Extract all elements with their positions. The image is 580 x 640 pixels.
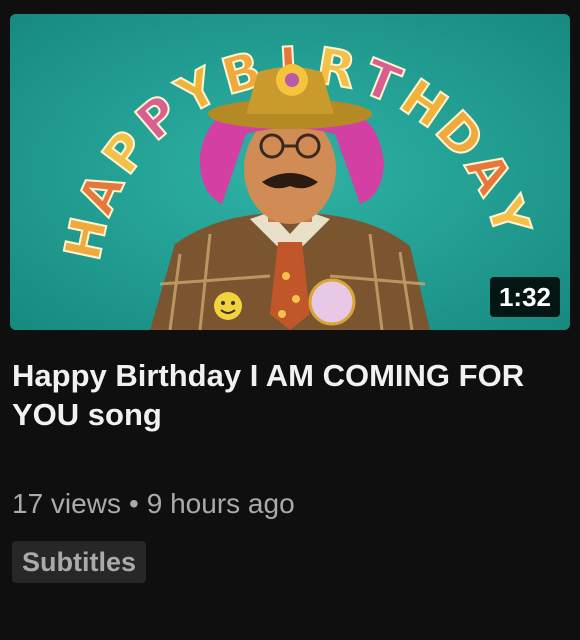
video-card[interactable]: HAPPYBIRTHDAY xyxy=(0,0,580,640)
subtitles-badge: Subtitles xyxy=(12,541,147,583)
upload-age: 9 hours ago xyxy=(146,488,295,519)
meta-separator: • xyxy=(128,488,139,519)
view-count: 17 views xyxy=(12,488,121,519)
thumbnail-image: HAPPYBIRTHDAY xyxy=(10,14,570,330)
video-duration: 1:32 xyxy=(489,277,560,317)
video-title[interactable]: Happy Birthday I AM COMING FOR YOU song xyxy=(12,356,552,434)
video-thumbnail[interactable]: HAPPYBIRTHDAY xyxy=(10,14,570,330)
video-metadata: 17 views • 9 hours ago xyxy=(12,486,295,522)
